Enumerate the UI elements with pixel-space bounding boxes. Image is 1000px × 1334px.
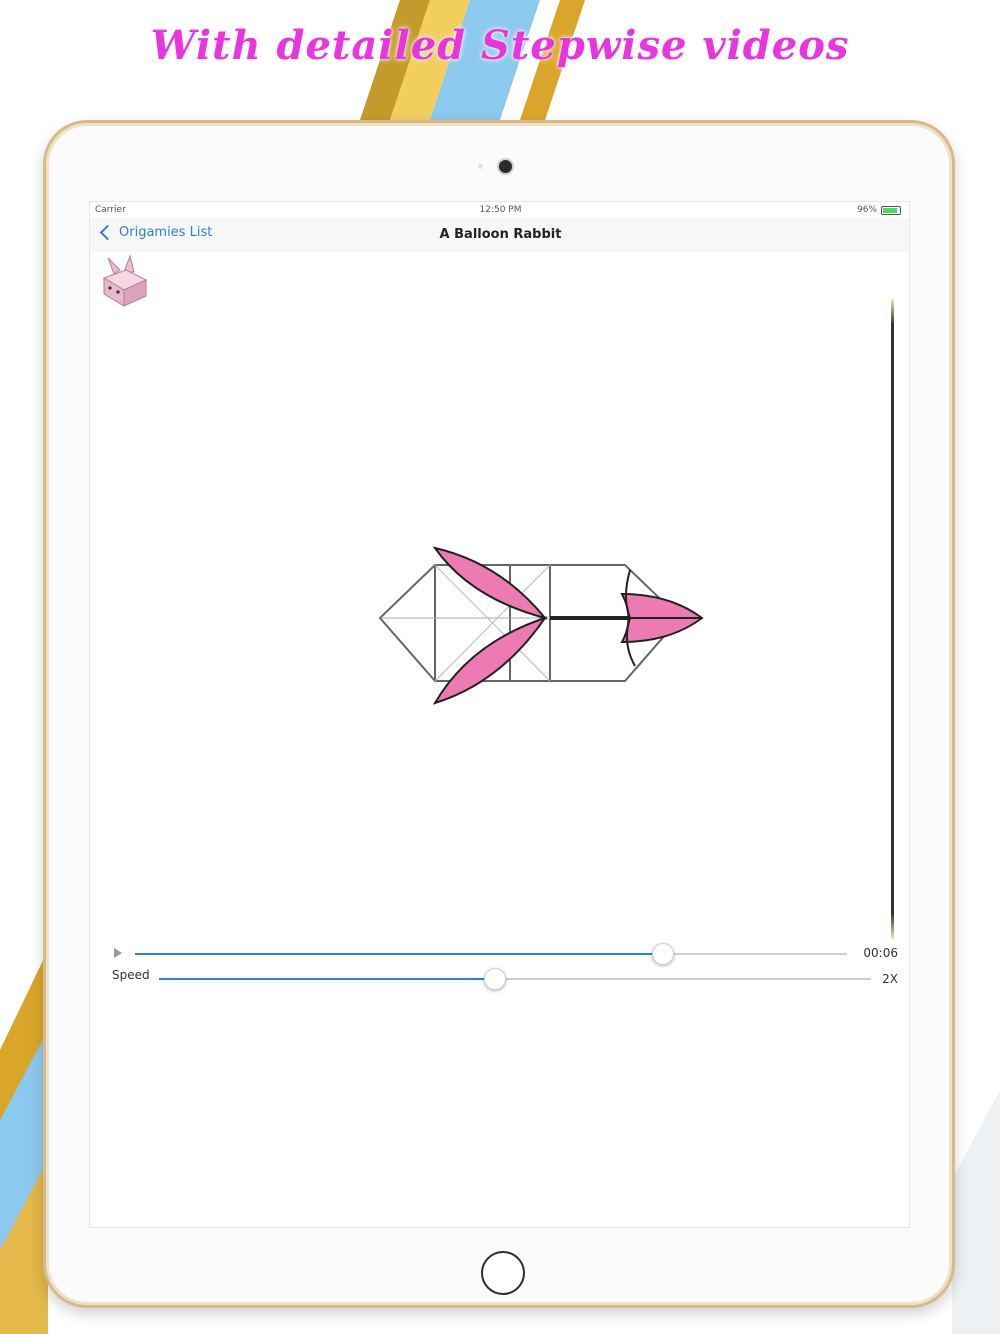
headline: With detailed Stepwise videos — [150, 22, 850, 69]
page-title: A Balloon Rabbit — [439, 227, 562, 242]
speed-value: 2X — [882, 972, 898, 986]
status-time: 12:50 PM — [479, 205, 522, 215]
home-button[interactable] — [481, 1251, 525, 1295]
app-screen: Carrier 12:50 PM 96% Origamies List A Ba… — [89, 201, 910, 1228]
navigation-bar: Origamies List A Balloon Rabbit — [90, 218, 909, 252]
status-battery: 96% — [856, 205, 877, 215]
progress-knob[interactable] — [652, 943, 674, 965]
player-controls: 00:06 Speed 2X — [110, 942, 900, 1002]
front-sensor — [478, 164, 483, 169]
progress-fill — [135, 953, 662, 955]
speed-fill — [159, 978, 494, 980]
camera-icon — [497, 158, 514, 175]
battery-icon — [881, 206, 901, 215]
video-frame[interactable] — [130, 298, 896, 938]
speed-label: Speed — [112, 968, 150, 982]
video-edge — [891, 299, 894, 939]
play-icon[interactable] — [114, 948, 122, 958]
status-bar: Carrier 12:50 PM 96% — [90, 202, 909, 218]
progress-slider[interactable] — [135, 943, 847, 965]
elapsed-time: 00:06 — [863, 946, 898, 960]
origami-diagram — [378, 546, 704, 705]
speed-slider[interactable] — [159, 968, 871, 990]
speed-knob[interactable] — [484, 968, 506, 990]
